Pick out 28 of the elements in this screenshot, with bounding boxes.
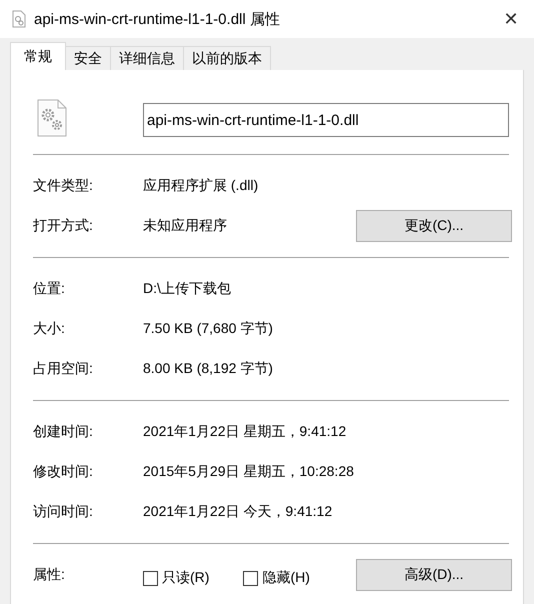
field-label: 修改时间: <box>33 463 94 481</box>
field-label: 属性: <box>33 566 66 584</box>
advanced-button[interactable]: 高级(D)... <box>356 559 512 591</box>
field-value: 应用程序扩展 (.dll) <box>143 177 260 195</box>
field-value: 8.00 KB (8,192 字节) <box>143 360 274 378</box>
field-label: 创建时间: <box>33 423 94 441</box>
field-value: 2021年1月22日 星期五，9:41:12 <box>143 423 348 441</box>
field-label: 占用空间: <box>33 360 94 378</box>
field-value: D:\上传下载包 <box>143 280 232 298</box>
change-button[interactable]: 更改(C)... <box>356 210 512 242</box>
field-label: 大小: <box>33 320 66 338</box>
tab[interactable]: 以前的版本 <box>183 46 271 70</box>
checkbox[interactable]: 隐藏(H) <box>243 569 310 587</box>
field-label: 访问时间: <box>33 503 94 521</box>
field-value: 7.50 KB (7,680 字节) <box>143 320 274 338</box>
file-icon <box>12 10 26 28</box>
field-label: 打开方式: <box>33 217 94 235</box>
window-title: api-ms-win-crt-runtime-l1-1-0.dll 属性 <box>34 10 281 28</box>
field-label: 位置: <box>33 280 66 298</box>
tab[interactable]: 常规 <box>10 42 66 70</box>
field-value: 未知应用程序 <box>143 217 228 235</box>
file-name-field[interactable]: api-ms-win-crt-runtime-l1-1-0.dll <box>143 103 509 137</box>
field-label: 文件类型: <box>33 177 94 195</box>
checkbox[interactable]: 只读(R) <box>143 569 210 587</box>
gear-file-icon <box>37 99 67 137</box>
field-value: 2021年1月22日 今天，9:41:12 <box>143 503 334 521</box>
field-value: 2015年5月29日 星期五，10:28:28 <box>143 463 355 481</box>
close-button[interactable]: ✕ <box>488 0 534 38</box>
